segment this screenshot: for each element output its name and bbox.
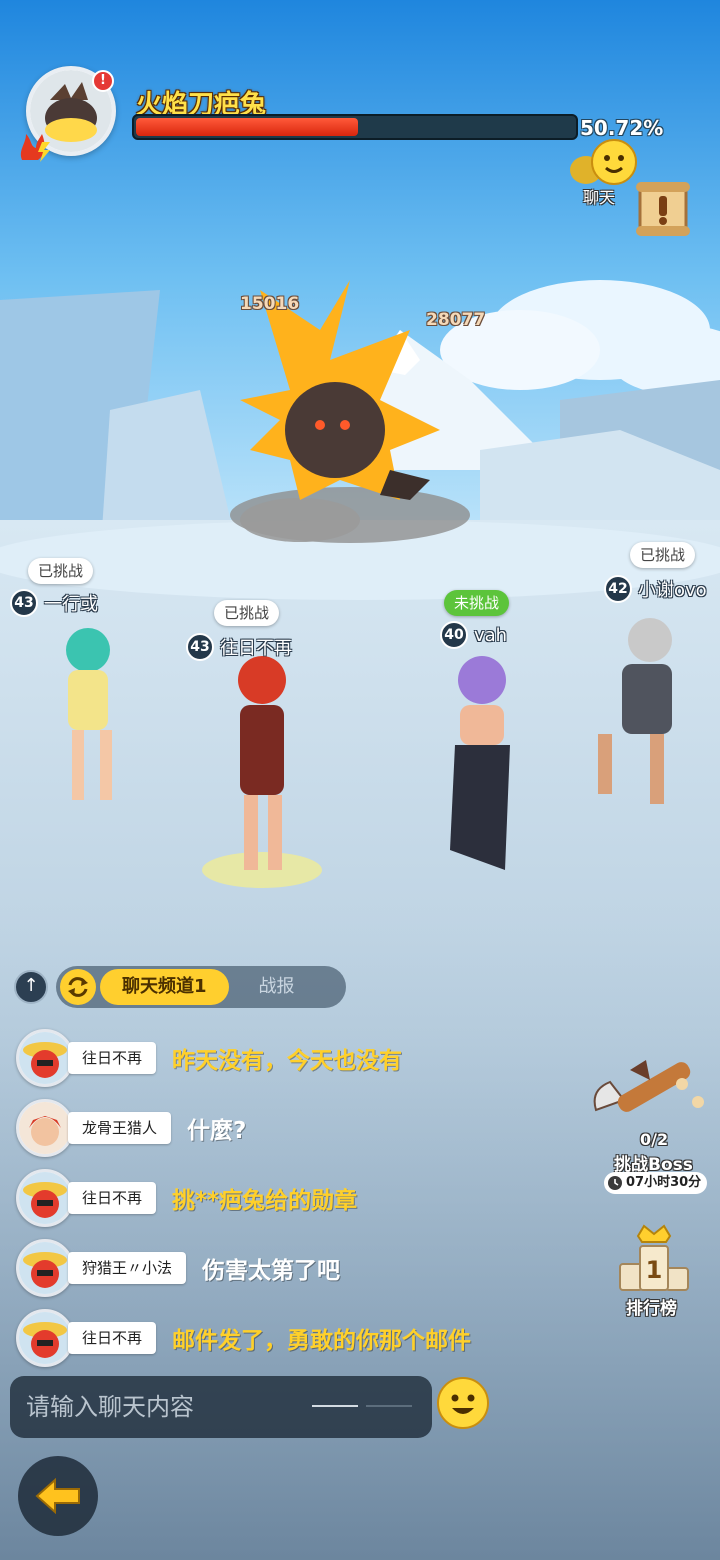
player-label[interactable]: 40 vah [440, 620, 507, 650]
clock-icon [608, 1176, 622, 1190]
chat-sender-name: 往日不再 [68, 1042, 157, 1074]
player-label[interactable]: 43 一行或 [10, 588, 98, 618]
emoji-button[interactable] [436, 1376, 490, 1430]
smiley-icon [437, 1377, 489, 1429]
player-name: 小谢ovo [638, 580, 707, 601]
channel-switch-button[interactable] [60, 969, 96, 1005]
player-label[interactable]: 42 小谢ovo [604, 574, 707, 604]
player-level-badge: 43 [10, 589, 38, 617]
player-name: 一行或 [44, 594, 98, 615]
boss-hp-fill [136, 118, 358, 136]
hunter-hat-avatar-icon [19, 1172, 71, 1224]
ranking-label: 排行榜 [626, 1299, 677, 1319]
chat-message-row: 往日不再 昨天没有，今天也没有 [16, 1028, 402, 1088]
red-hair-avatar-icon [19, 1102, 71, 1154]
chat-message-text: 伤害太第了吧 [202, 1258, 341, 1284]
avatar[interactable] [16, 1309, 74, 1367]
fire-element-icon [20, 134, 50, 162]
boss-hp-bar [132, 114, 578, 140]
player-level-badge: 43 [186, 633, 214, 661]
damage-number: 28077 [426, 310, 486, 330]
player-level-badge: 40 [440, 621, 468, 649]
ranking-button[interactable]: 1 [614, 1224, 694, 1296]
axe-club-icon [593, 1060, 704, 1112]
chat-sender-name: 往日不再 [68, 1322, 157, 1354]
avatar[interactable] [16, 1029, 74, 1087]
arrow-left-icon [35, 1478, 80, 1514]
challenge-timer-text: 07小时30分 [626, 1175, 702, 1190]
avatar[interactable] [16, 1099, 74, 1157]
player-status-tag: 已挑战 [630, 542, 696, 568]
challenge-timer: 07小时30分 [604, 1172, 708, 1194]
chat-message-text: 什麼? [187, 1118, 247, 1144]
chat-toggle-button[interactable]: 聊天 [566, 138, 642, 208]
player-name: 往日不再 [220, 638, 292, 659]
avatar[interactable] [16, 1239, 74, 1297]
player-status-tag: 已挑战 [214, 600, 280, 626]
arrow-up-icon: ↑ [23, 975, 39, 996]
chat-button-label: 聊天 [582, 188, 615, 207]
chat-message-text: 邮件发了，勇敢的你那个邮件 [172, 1328, 472, 1354]
chat-message-text: 挑**疤兔给的勋章 [172, 1188, 358, 1214]
chat-tabs: 聊天频道1 战报 [56, 966, 346, 1008]
chat-sender-name: 狩猎王〃小法 [68, 1252, 187, 1284]
player-status-tag: 已挑战 [28, 558, 94, 584]
player-name: vah [474, 624, 508, 646]
quest-scroll-button[interactable] [632, 178, 694, 240]
chat-message-row: 狩猎王〃小法 伤害太第了吧 [16, 1238, 340, 1298]
input-divider [312, 1405, 412, 1407]
challenge-count: 0/2 [640, 1130, 669, 1149]
player-label[interactable]: 43 往日不再 [186, 632, 292, 662]
alert-badge-icon: ! [92, 70, 114, 92]
podium-trophy-icon: 1 [619, 1224, 689, 1291]
chat-bubble-icon [570, 139, 637, 185]
boss-hp-percent: 50.72% [580, 116, 664, 140]
hunter-hat-avatar-icon [19, 1312, 71, 1364]
refresh-icon [68, 977, 88, 997]
chat-sender-name: 龙骨王猎人 [68, 1112, 172, 1144]
player-level-badge: 42 [604, 575, 632, 603]
chat-expand-button[interactable]: ↑ [14, 970, 48, 1004]
player-status-tag: 未挑战 [444, 590, 510, 616]
chat-message-row: 往日不再 挑**疤兔给的勋章 [16, 1168, 357, 1228]
chat-message-text: 昨天没有，今天也没有 [172, 1048, 403, 1074]
scroll-notice-icon [636, 182, 690, 236]
rank-digit: 1 [646, 1256, 663, 1284]
chat-message-row: 龙骨王猎人 什麼? [16, 1098, 246, 1158]
damage-number: 15016 [240, 294, 300, 314]
tab-chat-channel-1[interactable]: 聊天频道1 [100, 969, 229, 1005]
chat-message-row: 往日不再 邮件发了，勇敢的你那个邮件 [16, 1308, 471, 1368]
back-button[interactable] [18, 1456, 98, 1536]
avatar[interactable] [16, 1169, 74, 1227]
hunter-hat-avatar-icon [19, 1032, 71, 1084]
chat-sender-name: 往日不再 [68, 1182, 157, 1214]
tab-battle-report[interactable]: 战报 [237, 969, 317, 1005]
hunter-hat-avatar-icon [19, 1242, 71, 1294]
